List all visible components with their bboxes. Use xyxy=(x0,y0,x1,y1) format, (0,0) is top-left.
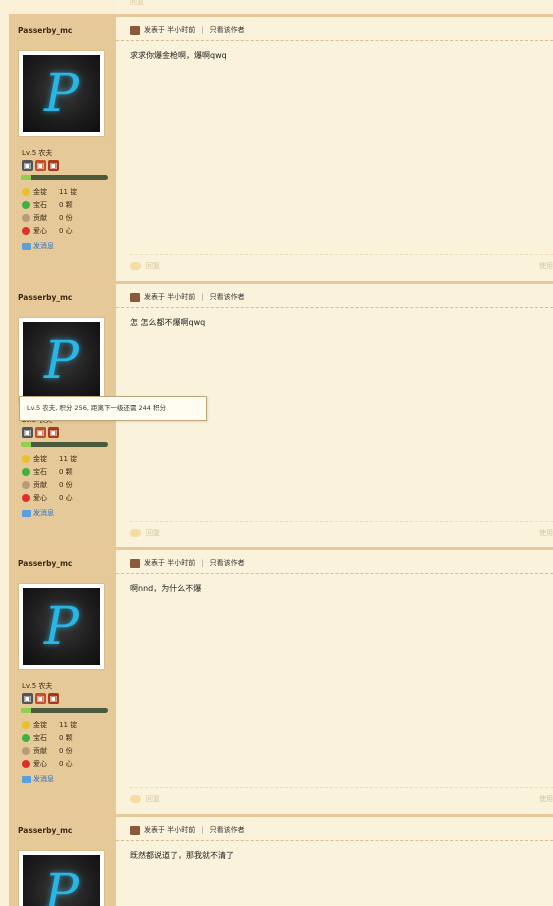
medals: ▣ ▣ ▣ xyxy=(22,693,59,704)
reply-icon xyxy=(130,795,141,803)
author-panel: Passerby_mc P Lv.5 农夫 ▣ ▣ ▣ 金锭11 锭 宝石0 颗… xyxy=(9,17,116,281)
previous-post-footer: 回复 xyxy=(116,0,553,12)
author-username[interactable]: Passerby_mc xyxy=(18,826,72,835)
heart-icon xyxy=(22,226,30,235)
use-button[interactable]: 使用 xyxy=(539,794,553,804)
post-header: 发表于 半小时前 | 只看该作者 xyxy=(130,292,245,302)
previous-reply-link[interactable]: 回复 xyxy=(130,0,144,7)
post-header: 发表于 半小时前 | 只看该作者 xyxy=(130,825,245,835)
exp-progress-bar xyxy=(21,175,108,180)
user-level[interactable]: Lv.5 农夫 xyxy=(22,148,52,158)
medal-icon[interactable]: ▣ xyxy=(48,160,59,171)
author-panel: Passerby_mc P xyxy=(9,817,116,906)
medal-icon[interactable]: ▣ xyxy=(35,427,46,438)
contribution-icon xyxy=(22,213,30,222)
author-icon xyxy=(130,25,140,35)
envelope-icon xyxy=(22,775,31,783)
gem-icon xyxy=(22,733,30,742)
gold-ingot-icon xyxy=(22,454,30,463)
post-content: 啊nnd，为什么不爆 xyxy=(130,584,202,593)
avatar[interactable]: P xyxy=(18,850,105,906)
contribution-icon xyxy=(22,480,30,489)
post: Passerby_mc P Lv.5 农夫 ▣ ▣ ▣ 金锭11 锭 宝石0 颗… xyxy=(0,14,553,281)
post-body: 发表于 半小时前 | 只看该作者 既然都说道了，那我就不清了 xyxy=(116,817,553,906)
medals: ▣ ▣ ▣ xyxy=(22,160,59,171)
post-footer: 回复 使用 xyxy=(130,787,553,804)
post: Passerby_mc P 发表于 半小时前 | 只看该作者 既然都说道了，那我… xyxy=(0,814,553,906)
heart-icon xyxy=(22,759,30,768)
only-author-link[interactable]: 只看该作者 xyxy=(210,292,245,302)
post-header: 发表于 半小时前 | 只看该作者 xyxy=(130,558,245,568)
user-stats: 金锭 11 锭 宝石 0 颗 贡献 0 份 爱心 0 心 xyxy=(22,185,95,237)
reply-icon xyxy=(130,262,141,270)
reply-button[interactable]: 回复 xyxy=(130,528,160,538)
avatar[interactable]: P xyxy=(18,583,105,670)
post-time: 发表于 半小时前 xyxy=(144,293,196,301)
avatar[interactable]: P xyxy=(18,317,105,404)
post-time: 发表于 半小时前 xyxy=(144,826,196,834)
reply-button[interactable]: 回复 xyxy=(130,261,160,271)
post-header: 发表于 半小时前 | 只看该作者 xyxy=(130,25,245,35)
reply-button[interactable]: 回复 xyxy=(130,794,160,804)
post-footer: 回复 使用 xyxy=(130,254,553,271)
medal-icon[interactable]: ▣ xyxy=(22,427,33,438)
contribution-icon xyxy=(22,746,30,755)
level-tooltip: Lv.5 农夫, 积分 256, 距离下一级还需 244 积分 xyxy=(19,396,207,421)
author-username[interactable]: Passerby_mc xyxy=(18,26,72,35)
post-body: 发表于 半小时前 | 只看该作者 啊nnd，为什么不爆 回复 使用 xyxy=(116,550,553,814)
author-username[interactable]: Passerby_mc xyxy=(18,559,72,568)
only-author-link[interactable]: 只看该作者 xyxy=(210,825,245,835)
medal-icon[interactable]: ▣ xyxy=(48,427,59,438)
use-button[interactable]: 使用 xyxy=(539,528,553,538)
post-footer: 回复 使用 xyxy=(130,521,553,538)
gem-icon xyxy=(22,467,30,476)
exp-progress-bar xyxy=(21,442,108,447)
medal-icon[interactable]: ▣ xyxy=(22,160,33,171)
medals: ▣ ▣ ▣ xyxy=(22,427,59,438)
medal-icon[interactable]: ▣ xyxy=(48,693,59,704)
gold-ingot-icon xyxy=(22,187,30,196)
author-panel: Passerby_mc P Lv.5 农夫 ▣ ▣ ▣ 金锭11 锭 宝石0 颗… xyxy=(9,550,116,814)
reply-icon xyxy=(130,529,141,537)
author-icon xyxy=(130,558,140,568)
forum-thread: 回复 Passerby_mc P Lv.5 农夫 ▣ ▣ ▣ 金锭 11 锭 宝石… xyxy=(0,0,553,906)
post-body: 发表于 半小时前 | 只看该作者 求求你爆金枪啊，爆啊qwq 回复 使用 xyxy=(116,17,553,281)
heart-icon xyxy=(22,493,30,502)
avatar[interactable]: P xyxy=(18,50,105,137)
author-icon xyxy=(130,292,140,302)
post-time: 发表于 半小时前 xyxy=(144,559,196,567)
only-author-link[interactable]: 只看该作者 xyxy=(210,25,245,35)
exp-progress-bar xyxy=(21,708,108,713)
gem-icon xyxy=(22,200,30,209)
post-time: 发表于 半小时前 xyxy=(144,26,196,34)
post-content: 既然都说道了，那我就不清了 xyxy=(130,851,234,860)
page-margin xyxy=(0,0,9,906)
author-icon xyxy=(130,825,140,835)
user-stats: 金锭 11 锭 宝石 0 颗 贡献 0 份 爱心 0 心 xyxy=(22,452,95,504)
send-message-link[interactable]: 发消息 xyxy=(22,774,54,784)
send-message-link[interactable]: 发消息 xyxy=(22,508,54,518)
medal-icon[interactable]: ▣ xyxy=(35,160,46,171)
author-username[interactable]: Passerby_mc xyxy=(18,293,72,302)
medal-icon[interactable]: ▣ xyxy=(35,693,46,704)
post-content: 怎 怎么都不爆啊qwq xyxy=(130,318,206,327)
envelope-icon xyxy=(22,242,31,250)
only-author-link[interactable]: 只看该作者 xyxy=(210,558,245,568)
use-button[interactable]: 使用 xyxy=(539,261,553,271)
post: Passerby_mc P Lv.5 农夫 ▣ ▣ ▣ 金锭11 锭 宝石0 颗… xyxy=(0,547,553,814)
user-stats: 金锭 11 锭 宝石 0 颗 贡献 0 份 爱心 0 心 xyxy=(22,718,95,770)
post-content: 求求你爆金枪啊，爆啊qwq xyxy=(130,51,227,60)
user-level[interactable]: Lv.5 农夫 xyxy=(22,681,52,691)
medal-icon[interactable]: ▣ xyxy=(22,693,33,704)
envelope-icon xyxy=(22,509,31,517)
send-message-link[interactable]: 发消息 xyxy=(22,241,54,251)
gold-ingot-icon xyxy=(22,720,30,729)
